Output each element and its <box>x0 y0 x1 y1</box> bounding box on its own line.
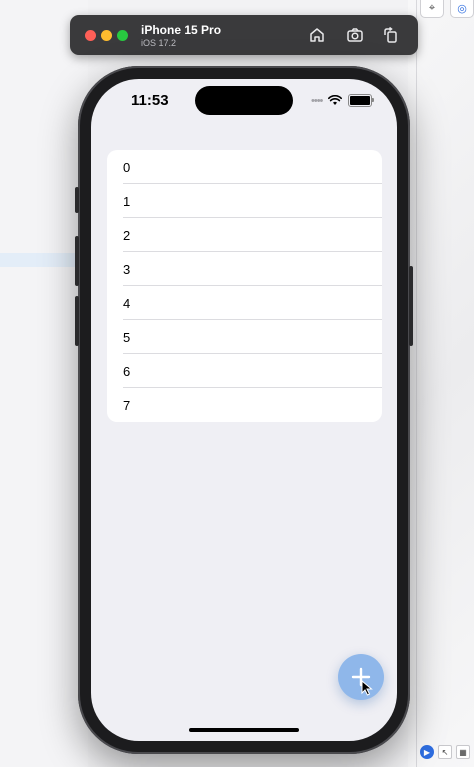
inspector-divider <box>416 0 417 767</box>
list-item-label: 2 <box>123 227 131 243</box>
list-item-label: 6 <box>123 363 131 379</box>
list-item-label: 5 <box>123 329 131 345</box>
list-item[interactable]: 1 <box>107 184 382 218</box>
inspector-bottom-toolbar: ▶ ↖ ▦ <box>420 745 470 759</box>
simulator-titlebar: iPhone 15 Pro iOS 17.2 <box>70 15 418 55</box>
list-item[interactable]: 7 <box>107 388 382 422</box>
power-button <box>409 266 413 346</box>
list-item[interactable]: 4 <box>107 286 382 320</box>
list-item-label: 0 <box>123 159 131 175</box>
os-version: iOS 17.2 <box>141 38 177 48</box>
grid-icon[interactable]: ▦ <box>456 745 470 759</box>
status-time: 11:53 <box>131 92 169 109</box>
screenshot-icon[interactable] <box>346 26 364 44</box>
pin-icon[interactable]: ⌖ <box>420 0 444 18</box>
status-indicators: •••• <box>311 94 375 107</box>
dynamic-island <box>195 86 293 115</box>
list-item-label: 4 <box>123 295 131 311</box>
battery-icon <box>348 94 375 107</box>
list-item[interactable]: 6 <box>107 354 382 388</box>
device-name: iPhone 15 Pro <box>141 23 222 37</box>
inspector-background <box>408 0 474 767</box>
list-item-label: 1 <box>123 193 131 209</box>
home-icon[interactable] <box>308 26 326 44</box>
cellular-dots-icon: •••• <box>311 94 323 107</box>
list-item[interactable]: 3 <box>107 252 382 286</box>
selector-icon[interactable]: ↖ <box>438 745 452 759</box>
editor-background <box>0 0 88 767</box>
number-list: 0 1 2 3 4 5 6 7 <box>107 150 382 422</box>
minimize-window-button[interactable] <box>101 30 112 41</box>
compass-icon[interactable]: ◎ <box>450 0 474 18</box>
volume-up-button <box>75 236 79 286</box>
volume-down-button <box>75 296 79 346</box>
list-item[interactable]: 5 <box>107 320 382 354</box>
zoom-window-button[interactable] <box>117 30 128 41</box>
mouse-cursor-icon <box>361 680 373 696</box>
phone-screen: 11:53 •••• 0 1 2 3 4 5 6 7 <box>91 79 397 741</box>
home-indicator[interactable] <box>189 728 299 732</box>
play-icon[interactable]: ▶ <box>420 745 434 759</box>
list-item-label: 7 <box>123 397 131 413</box>
list-item[interactable]: 2 <box>107 218 382 252</box>
wifi-icon <box>328 95 343 105</box>
rotate-icon[interactable] <box>382 26 400 44</box>
close-window-button[interactable] <box>85 30 96 41</box>
list-item[interactable]: 0 <box>107 150 382 184</box>
list-item-label: 3 <box>123 261 131 277</box>
action-button <box>75 187 79 213</box>
